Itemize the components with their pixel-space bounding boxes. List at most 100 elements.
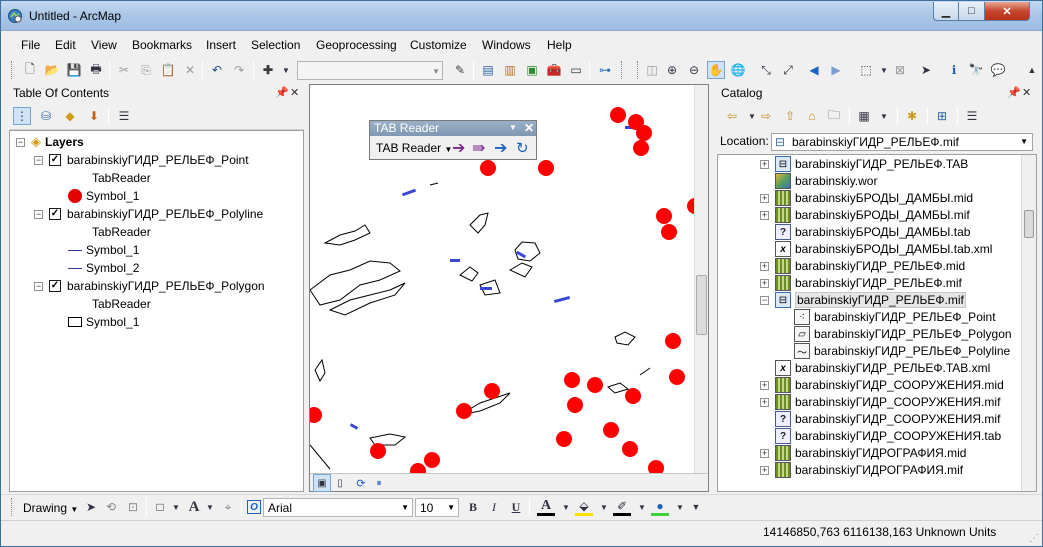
menu-customize[interactable]: Customize — [410, 38, 467, 52]
catalog-item[interactable]: ? barabinskiyГИДР_СООРУЖЕНИЯ.mif — [775, 410, 1000, 428]
import-arrow-icon[interactable]: ➔ — [452, 138, 465, 158]
python-window-icon[interactable]: ▭ — [567, 61, 585, 79]
collapse-icon[interactable]: − — [34, 209, 43, 219]
bold-button[interactable]: B — [464, 498, 482, 516]
line-color-icon[interactable]: ✐ — [613, 498, 631, 516]
expand-icon[interactable]: + — [760, 397, 769, 407]
expand-icon[interactable]: + — [760, 465, 769, 475]
maximize-button[interactable]: □ — [959, 2, 985, 21]
table-of-contents-icon[interactable]: ▤ — [479, 61, 497, 79]
catalog-subitem[interactable]: ▱ barabinskiyГИДР_РЕЛЬЕФ_Polygon — [794, 325, 1012, 343]
view-dropdown-icon[interactable]: ▼ — [875, 107, 893, 125]
close-icon[interactable]: ✕ — [1022, 86, 1031, 99]
menu-bookmarks[interactable]: Bookmarks — [132, 38, 192, 52]
connect-folder-icon[interactable]: 🗀 — [825, 107, 843, 125]
catalog-vertical-scrollbar[interactable] — [1021, 155, 1036, 491]
toolbar-grip[interactable] — [11, 61, 14, 79]
rotate-icon[interactable]: ⟲ — [102, 498, 120, 516]
catalog-item[interactable]: + barabinskiyГИДР_СООРУЖЕНИЯ.mid — [760, 376, 1004, 394]
pin-icon[interactable]: 📌 — [275, 86, 289, 99]
html-popup-icon[interactable]: 💬 — [989, 61, 1007, 79]
catalog-item[interactable]: + barabinskiyБРОДЫ_ДАМБЫ.mid — [760, 189, 973, 207]
convert-arrow-icon[interactable]: ➔ — [494, 138, 507, 158]
zoom-out-icon[interactable]: ⊖ — [685, 61, 703, 79]
legend-symbol-row[interactable]: Symbol_1 — [68, 187, 139, 205]
add-data-dropdown-icon[interactable]: ▼ — [277, 61, 295, 79]
menu-selection[interactable]: Selection — [251, 38, 300, 52]
legend-symbol-row[interactable]: Symbol_1 — [68, 241, 139, 259]
expand-icon[interactable]: + — [760, 278, 769, 288]
catalog-options-icon[interactable]: ☰ — [963, 107, 981, 125]
delete-icon[interactable]: ✕ — [181, 61, 199, 79]
redo-icon[interactable]: ↷ — [230, 61, 248, 79]
full-extent-globe-icon[interactable]: 🌐 — [729, 61, 747, 79]
marker-color-icon[interactable]: ● — [651, 498, 669, 516]
map-scale-combo[interactable]: ▼ — [297, 61, 443, 80]
new-folder-icon[interactable]: ✱ — [903, 107, 921, 125]
layer-visibility-checkbox[interactable]: ✓ — [49, 154, 61, 166]
expand-icon[interactable]: + — [760, 448, 769, 458]
paste-icon[interactable]: 📋 — [159, 61, 177, 79]
save-icon[interactable]: 💾 — [65, 61, 83, 79]
catalog-item[interactable]: x barabinskiyБРОДЫ_ДАМБЫ.tab.xml — [775, 240, 992, 258]
model-builder-icon[interactable]: ⊶ — [596, 61, 614, 79]
back-icon[interactable]: ⇦ — [723, 107, 741, 125]
font-name-combo[interactable]: Arial ▼ — [263, 498, 413, 517]
catalog-item[interactable]: barabinskiy.wor — [775, 172, 877, 190]
drawing-menu[interactable]: Drawing ▼ — [23, 501, 78, 515]
expand-icon[interactable]: + — [760, 210, 769, 220]
shape-dropdown-icon[interactable]: ▼ — [167, 498, 185, 516]
menu-edit[interactable]: Edit — [55, 38, 76, 52]
layer-visibility-checkbox[interactable]: ✓ — [49, 280, 61, 292]
catalog-item[interactable]: + barabinskiyГИДРОГРАФИЯ.mid — [760, 444, 966, 462]
copy-icon[interactable]: ⎘ — [137, 61, 155, 79]
list-by-selection-icon[interactable]: ⬇ — [85, 107, 103, 125]
catalog-item[interactable]: ? barabinskiyБРОДЫ_ДАМБЫ.tab — [775, 223, 970, 241]
location-combo[interactable]: ⊟ barabinskiyГИДР_РЕЛЬЕФ.mif ▼ — [771, 133, 1033, 151]
expand-icon[interactable]: + — [760, 380, 769, 390]
layer-polyline[interactable]: − ✓ barabinskiyГИДР_РЕЛЬЕФ_Polyline — [34, 205, 263, 223]
toolbar-grip[interactable] — [637, 61, 640, 79]
editor-toolbar-icon[interactable]: ✎ — [451, 61, 469, 79]
map-vertical-scrollbar[interactable] — [694, 85, 708, 473]
home-icon[interactable]: ⌂ — [803, 107, 821, 125]
toolbar-overflow-icon[interactable]: ▲ — [1023, 61, 1041, 79]
forward-icon[interactable]: ⇨ — [757, 107, 775, 125]
toolbar-grip[interactable] — [621, 61, 624, 79]
data-view-icon[interactable]: ▣ — [313, 474, 331, 492]
refresh-icon[interactable]: ↻ — [516, 139, 529, 157]
find-icon[interactable]: 🔭 — [967, 61, 985, 79]
italic-button[interactable]: I — [485, 498, 503, 516]
menu-file[interactable]: File — [21, 38, 40, 52]
list-by-drawing-order-icon[interactable]: ⋮ — [13, 107, 31, 125]
expand-icon[interactable]: + — [760, 193, 769, 203]
pin-icon[interactable]: 📌 — [1007, 86, 1021, 99]
select-features-icon[interactable]: ⬚ — [857, 61, 875, 79]
tab-reader-toolbar[interactable]: TAB Reader ▼ ✕ TAB Reader ▼ ➔ ⇛ ➔ ↻ — [369, 120, 537, 160]
fixed-zoom-in-icon[interactable]: ⤡ — [757, 61, 775, 79]
tab-reader-titlebar[interactable]: TAB Reader ▼ ✕ — [370, 121, 536, 136]
refresh-view-icon[interactable]: ⟳ — [352, 474, 370, 492]
scrollbar-thumb[interactable] — [1024, 210, 1034, 238]
list-by-visibility-icon[interactable]: ◆ — [61, 107, 79, 125]
fill-color-icon[interactable]: ⬙ — [575, 498, 593, 516]
menu-windows[interactable]: Windows — [482, 38, 531, 52]
text-dropdown-icon[interactable]: ▼ — [201, 498, 219, 516]
catalog-item[interactable]: + barabinskiyБРОДЫ_ДАМБЫ.mif — [760, 206, 970, 224]
select-elements-icon[interactable]: ➤ — [82, 498, 100, 516]
new-document-icon[interactable]: 🗋 — [21, 61, 39, 79]
cut-icon[interactable]: ✂ — [115, 61, 133, 79]
layer-visibility-checkbox[interactable]: ✓ — [49, 208, 61, 220]
expand-icon[interactable]: + — [760, 159, 769, 169]
collapse-icon[interactable]: − — [34, 155, 43, 165]
identify-icon[interactable]: ℹ — [945, 61, 963, 79]
toolbar-grip[interactable] — [11, 498, 14, 516]
layers-root[interactable]: − ◈ Layers — [16, 133, 84, 151]
search-window-icon[interactable]: ▣ — [523, 61, 541, 79]
close-icon[interactable]: ✕ — [524, 121, 534, 135]
catalog-item[interactable]: ? barabinskiyГИДР_СООРУЖЕНИЯ.tab — [775, 427, 1001, 445]
menu-view[interactable]: View — [91, 38, 117, 52]
add-data-icon[interactable]: ✚ — [259, 61, 277, 79]
forward-extent-icon[interactable]: ▶ — [827, 61, 845, 79]
back-extent-icon[interactable]: ◀ — [805, 61, 823, 79]
